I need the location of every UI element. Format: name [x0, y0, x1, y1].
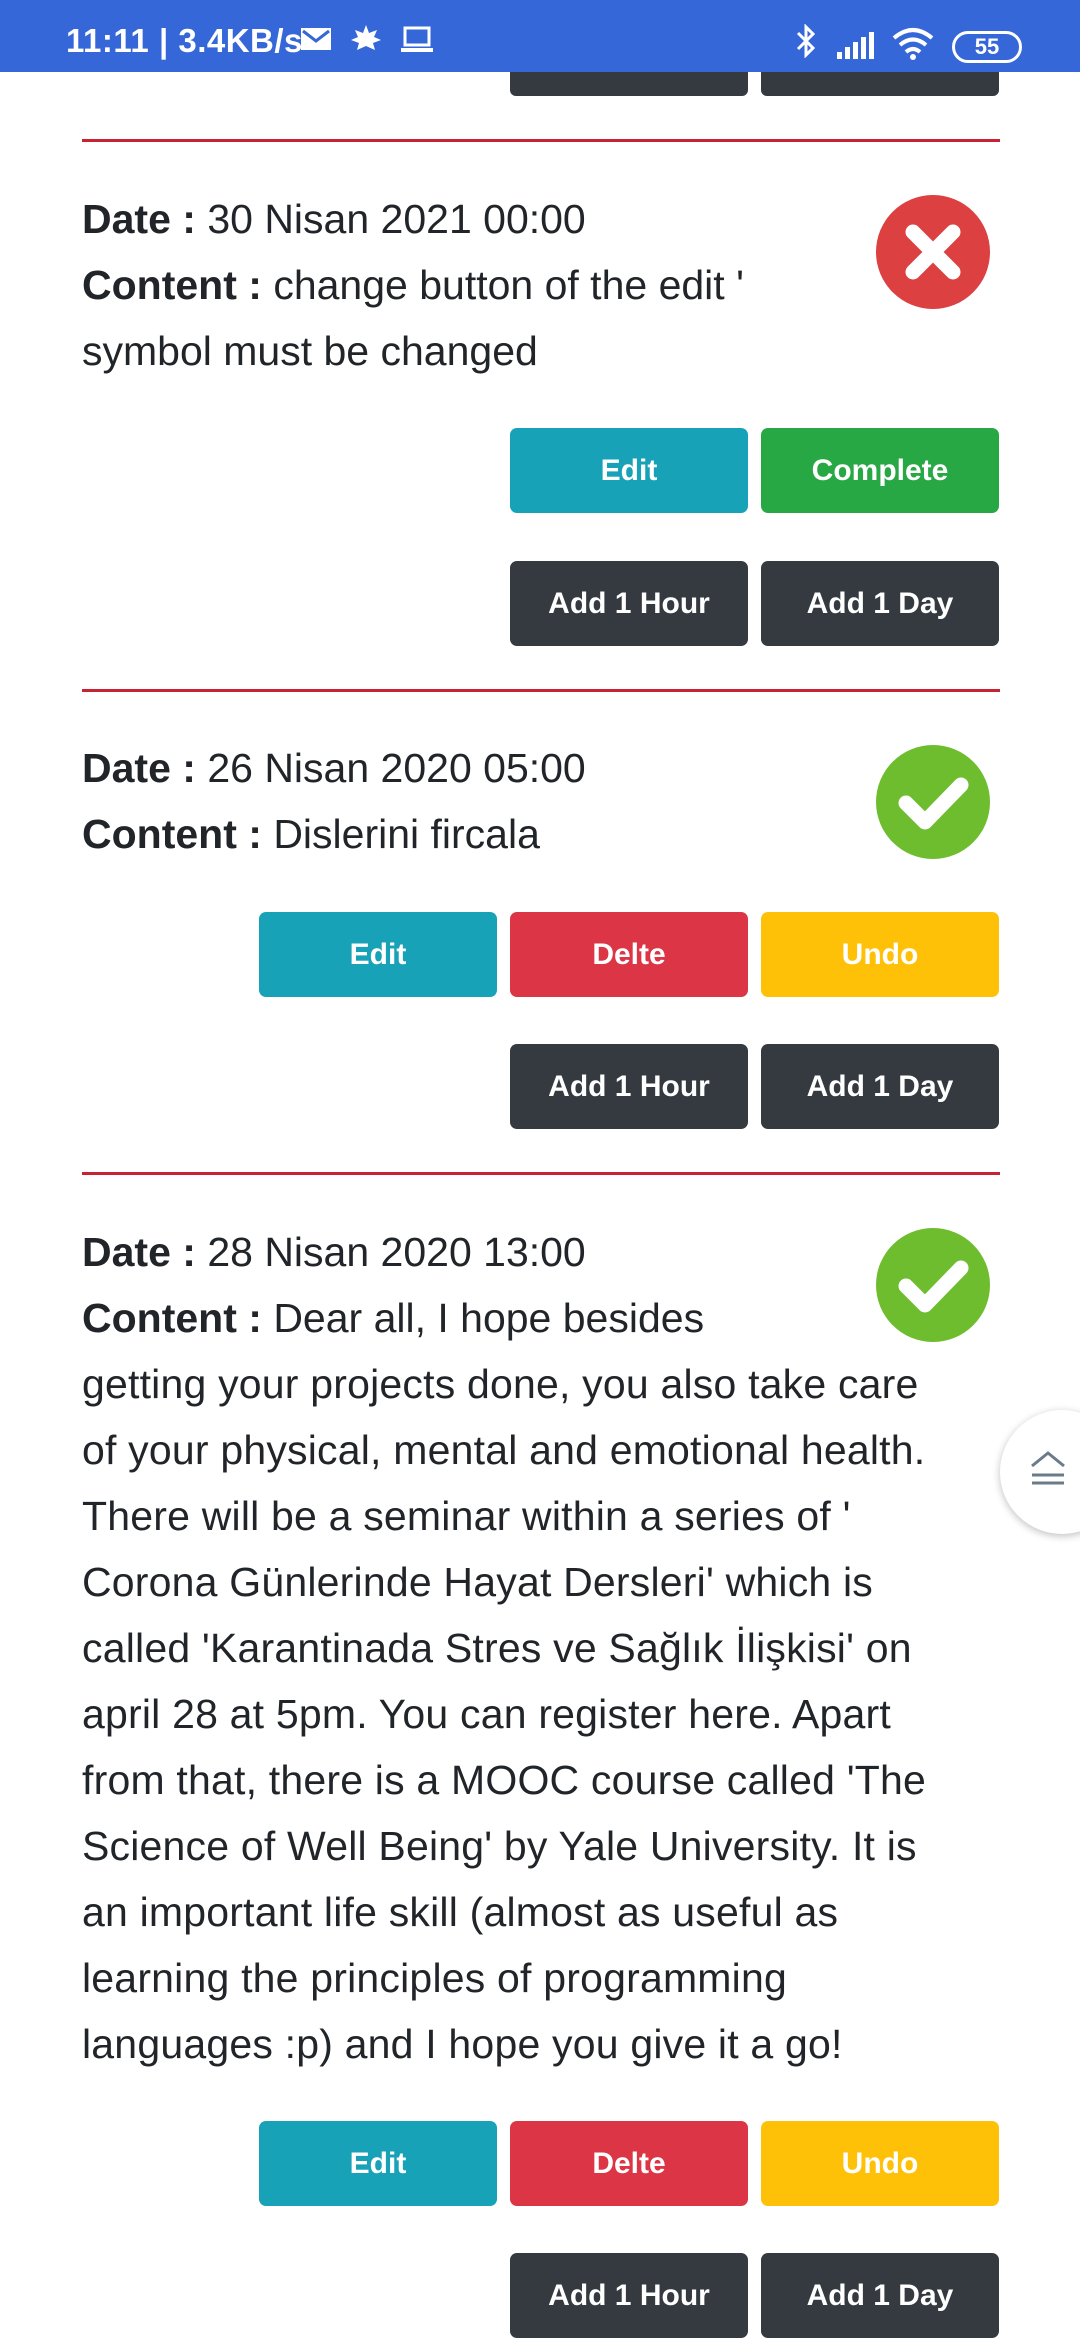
- date-label: Date :: [82, 1229, 196, 1275]
- date-value: 28 Nisan 2020 13:00: [207, 1229, 586, 1275]
- wifi-icon: [892, 26, 934, 65]
- todo-content-continued: getting your projects done, you also tak…: [82, 1351, 1000, 2077]
- todo-date: Date : 30 Nisan 2021 00:00: [82, 186, 586, 252]
- edit-button[interactable]: Edit: [259, 912, 497, 997]
- content-line: getting your projects done, you also tak…: [82, 1361, 919, 1407]
- content-line: learning the principles of programming: [82, 1955, 787, 2001]
- content-line: of your physical, mental and emotional h…: [82, 1427, 926, 1473]
- bluetooth-icon: [793, 23, 819, 63]
- clock-text: 11:11: [66, 22, 150, 59]
- todo-date: Date : 26 Nisan 2020 05:00: [82, 735, 586, 801]
- add-1-day-button[interactable]: Add 1 Day: [761, 2253, 999, 2338]
- scroll-to-top-button[interactable]: [1000, 1410, 1080, 1534]
- todo-content: Content : Dear all, I hope besides: [82, 1285, 704, 1351]
- complete-button[interactable]: Complete: [761, 428, 999, 513]
- content-label: Content :: [82, 811, 262, 857]
- leaf-icon: [350, 24, 382, 59]
- content-line: languages :p) and I hope you give it a g…: [82, 2021, 843, 2067]
- content-line: april 28 at 5pm. You can register here. …: [82, 1691, 892, 1737]
- content-label: Content :: [82, 262, 262, 308]
- todo-content: Content : Dislerini fircala: [82, 801, 540, 867]
- todo-content: Content : change button of the edit ': [82, 252, 744, 318]
- content-label: Content :: [82, 1295, 262, 1341]
- content-line: called 'Karantinada Stres ve Sağlık İliş…: [82, 1625, 912, 1671]
- add-1-hour-button[interactable]: Add 1 Hour: [510, 561, 748, 646]
- content-line: from that, there is a MOOC course called…: [82, 1757, 926, 1803]
- date-label: Date :: [82, 745, 196, 791]
- date-label: Date :: [82, 196, 196, 242]
- network-speed-text: | 3.4KB/s: [158, 22, 303, 59]
- complete-check-icon: [876, 1228, 990, 1342]
- incomplete-cross-icon: [876, 195, 990, 309]
- laptop-icon: [400, 26, 434, 59]
- todo-date: Date : 28 Nisan 2020 13:00: [82, 1219, 586, 1285]
- content-line: Science of Well Being' by Yale Universit…: [82, 1823, 917, 1869]
- delete-button[interactable]: Delte: [510, 912, 748, 997]
- status-time: 11:11 | 3.4KB/s: [66, 22, 303, 60]
- content-line: Corona Günlerinde Hayat Dersleri' which …: [82, 1559, 874, 1605]
- content-value: change button of the edit ': [273, 262, 744, 308]
- chevron-up-icon: [1031, 1451, 1065, 1485]
- todo-content-continued: symbol must be changed: [82, 328, 538, 374]
- todo-list-page: 11:11 | 3.4KB/s 55 Date : 30 Nisan 2021 …: [0, 0, 1080, 2340]
- content-line: an important life skill (almost as usefu…: [82, 1889, 839, 1935]
- undo-button[interactable]: Undo: [761, 912, 999, 997]
- delete-button[interactable]: Delte: [510, 2121, 748, 2206]
- date-value: 26 Nisan 2020 05:00: [207, 745, 586, 791]
- item-divider: [82, 1172, 1000, 1175]
- add-1-day-button[interactable]: Add 1 Day: [761, 561, 999, 646]
- content-value: Dislerini fircala: [273, 811, 540, 857]
- complete-check-icon: [876, 745, 990, 859]
- add-1-hour-button[interactable]: Add 1 Hour: [510, 2253, 748, 2338]
- item-divider: [82, 689, 1000, 692]
- add-1-day-button[interactable]: Add 1 Day: [761, 1044, 999, 1129]
- date-value: 30 Nisan 2021 00:00: [207, 196, 586, 242]
- edit-button[interactable]: Edit: [510, 428, 748, 513]
- content-line: There will be a seminar within a series …: [82, 1493, 851, 1539]
- undo-button[interactable]: Undo: [761, 2121, 999, 2206]
- status-bar: 11:11 | 3.4KB/s 55: [0, 0, 1080, 72]
- signal-icon: [836, 30, 878, 65]
- mail-icon: [300, 26, 332, 57]
- content-value: Dear all, I hope besides: [273, 1295, 705, 1341]
- edit-button[interactable]: Edit: [259, 2121, 497, 2206]
- battery-indicator: 55: [952, 31, 1022, 63]
- item-divider: [82, 139, 1000, 142]
- add-1-hour-button[interactable]: Add 1 Hour: [510, 1044, 748, 1129]
